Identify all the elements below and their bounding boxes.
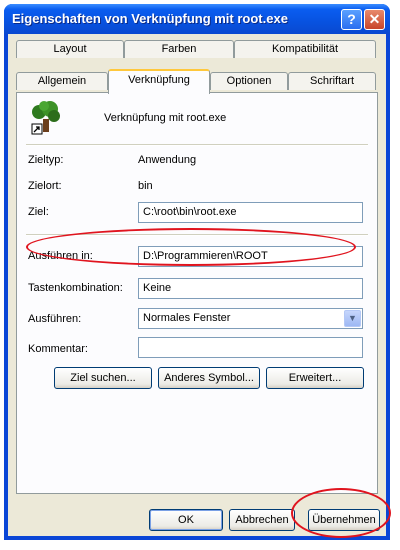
divider-top bbox=[26, 144, 368, 146]
erweitert-button[interactable]: Erweitert... bbox=[266, 367, 364, 389]
tab-page-content: Verknüpfung mit root.exe Zieltyp: Anwend… bbox=[8, 34, 386, 536]
zielort-label: Zielort: bbox=[28, 180, 62, 192]
ausfuehren-in-input[interactable]: D:\Programmieren\ROOT bbox=[138, 246, 363, 267]
kommentar-label: Kommentar: bbox=[28, 343, 88, 355]
ziel-input[interactable]: C:\root\bin\root.exe bbox=[138, 202, 363, 223]
close-button[interactable]: ✕ bbox=[364, 9, 385, 30]
tastenkombination-input[interactable]: Keine bbox=[138, 278, 363, 299]
kommentar-input[interactable] bbox=[138, 337, 363, 358]
uebernehmen-button[interactable]: Übernehmen bbox=[308, 509, 380, 531]
zieltyp-value: Anwendung bbox=[138, 154, 197, 166]
divider-mid bbox=[26, 234, 368, 236]
ausfuehren-label: Ausführen: bbox=[28, 313, 82, 325]
title-bar[interactable]: Eigenschaften von Verknüpfung mit root.e… bbox=[4, 4, 390, 34]
zielort-value: bin bbox=[138, 180, 153, 192]
ausfuehren-in-label: Ausführen in: bbox=[28, 250, 93, 262]
ausfuehren-select-value: Normales Fenster bbox=[143, 312, 231, 324]
window-title: Eigenschaften von Verknüpfung mit root.e… bbox=[12, 11, 288, 26]
dialog-client-area: Layout Farben Kompatibilität Allgemein V… bbox=[8, 34, 386, 536]
tastenkombination-label: Tastenkombination: bbox=[28, 282, 123, 294]
chevron-down-icon[interactable]: ▼ bbox=[344, 310, 361, 327]
ausfuehren-select[interactable]: Normales Fenster ▼ bbox=[138, 308, 363, 329]
anderes-symbol-button[interactable]: Anderes Symbol... bbox=[158, 367, 260, 389]
help-button[interactable]: ? bbox=[341, 9, 362, 30]
shortcut-name: Verknüpfung mit root.exe bbox=[104, 112, 227, 124]
tree-icon bbox=[30, 100, 62, 136]
ok-button[interactable]: OK bbox=[149, 509, 223, 531]
zieltyp-label: Zieltyp: bbox=[28, 154, 64, 166]
properties-window: Eigenschaften von Verknüpfung mit root.e… bbox=[4, 4, 390, 540]
abbrechen-button[interactable]: Abbrechen bbox=[229, 509, 295, 531]
ziel-suchen-button[interactable]: Ziel suchen... bbox=[54, 367, 152, 389]
ziel-label: Ziel: bbox=[28, 206, 49, 218]
